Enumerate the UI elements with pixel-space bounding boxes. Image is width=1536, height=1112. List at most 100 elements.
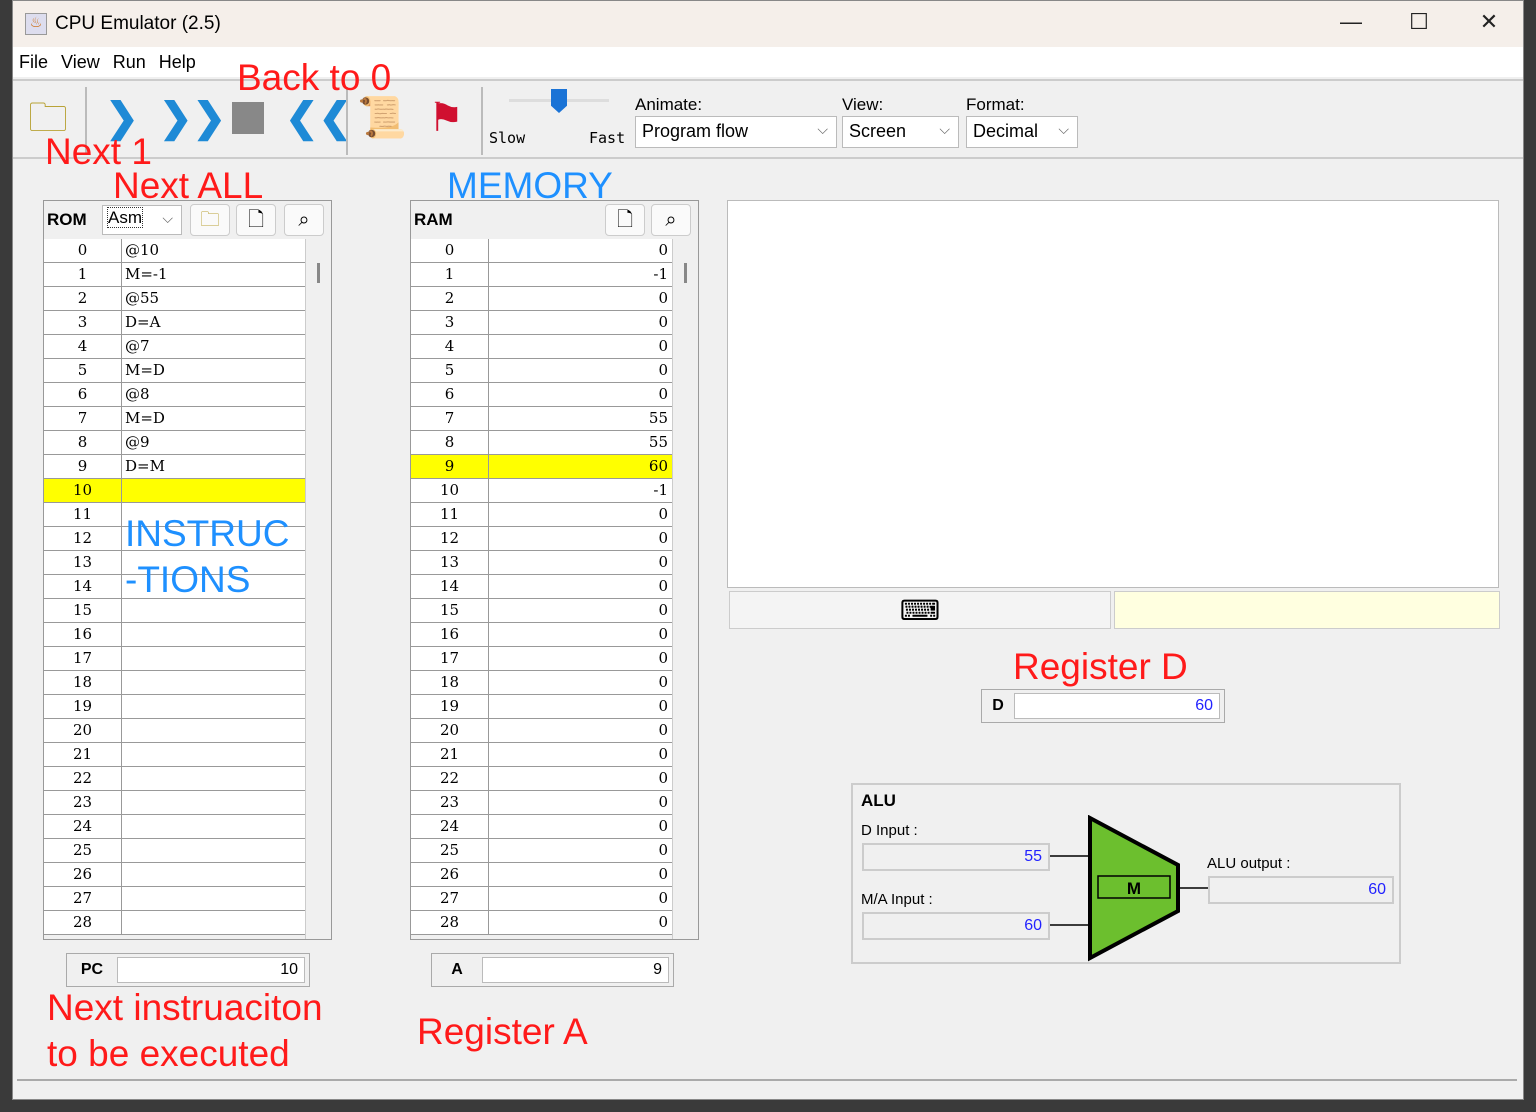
rom-value[interactable]: [122, 911, 305, 934]
ram-value[interactable]: 0: [489, 695, 672, 718]
menu-help[interactable]: Help: [159, 52, 196, 73]
ram-value[interactable]: 0: [489, 743, 672, 766]
maximize-button[interactable]: ☐: [1399, 9, 1439, 35]
ram-row[interactable]: 24 0: [411, 815, 672, 839]
rom-row[interactable]: 9 D=M: [44, 455, 305, 479]
rom-row[interactable]: 3 D=A: [44, 311, 305, 335]
rom-row[interactable]: 22: [44, 767, 305, 791]
ram-value[interactable]: 0: [489, 671, 672, 694]
rom-value[interactable]: [122, 695, 305, 718]
ram-row[interactable]: 17 0: [411, 647, 672, 671]
ram-row[interactable]: 00: [411, 239, 672, 263]
animate-select[interactable]: Program flow ⌵: [635, 116, 837, 148]
ram-value[interactable]: 0: [489, 815, 672, 838]
ram-row[interactable]: 14 0: [411, 575, 672, 599]
rom-row[interactable]: 2 @55: [44, 287, 305, 311]
ram-value[interactable]: -1: [489, 479, 672, 502]
ram-row[interactable]: 18 0: [411, 671, 672, 695]
rom-value[interactable]: @9: [122, 431, 305, 454]
ram-row[interactable]: 30: [411, 311, 672, 335]
a-field[interactable]: 9: [482, 957, 669, 983]
rom-row[interactable]: 20: [44, 719, 305, 743]
rom-value[interactable]: @10: [122, 239, 305, 262]
ram-row[interactable]: 19 0: [411, 695, 672, 719]
menu-run[interactable]: Run: [113, 52, 146, 73]
rom-row[interactable]: 6 @8: [44, 383, 305, 407]
rom-value[interactable]: [122, 815, 305, 838]
ram-row[interactable]: 26 0: [411, 863, 672, 887]
rom-value[interactable]: [122, 863, 305, 886]
rom-row[interactable]: 24: [44, 815, 305, 839]
ram-value[interactable]: 0: [489, 839, 672, 862]
stop-icon[interactable]: [223, 93, 273, 143]
ram-row[interactable]: 23 0: [411, 791, 672, 815]
rom-row[interactable]: 23: [44, 791, 305, 815]
rom-value[interactable]: @8: [122, 383, 305, 406]
rom-row[interactable]: 28: [44, 911, 305, 935]
binoculars-icon[interactable]: ⌕: [284, 204, 324, 236]
ram-value[interactable]: 0: [489, 335, 672, 358]
rom-row[interactable]: 7 M=D: [44, 407, 305, 431]
ram-value[interactable]: 0: [489, 551, 672, 574]
ram-row[interactable]: 8 55: [411, 431, 672, 455]
rom-value[interactable]: [122, 479, 305, 502]
speed-slider[interactable]: [509, 89, 609, 125]
rom-value[interactable]: [122, 719, 305, 742]
format-select[interactable]: Decimal ⌵: [966, 116, 1078, 148]
ram-row[interactable]: 9 60: [411, 455, 672, 479]
ram-value[interactable]: 0: [489, 719, 672, 742]
rom-value[interactable]: D=M: [122, 455, 305, 478]
ram-row[interactable]: 12 0: [411, 527, 672, 551]
rom-value[interactable]: M=D: [122, 359, 305, 382]
ram-value[interactable]: 0: [489, 791, 672, 814]
ram-value[interactable]: 0: [489, 575, 672, 598]
ram-row[interactable]: 10 -1: [411, 479, 672, 503]
ram-row[interactable]: 27 0: [411, 887, 672, 911]
ram-row[interactable]: 20 0: [411, 719, 672, 743]
ram-row[interactable]: 22 0: [411, 767, 672, 791]
rom-row[interactable]: 4 @7: [44, 335, 305, 359]
rom-row[interactable]: 8 @9: [44, 431, 305, 455]
rom-row[interactable]: 26: [44, 863, 305, 887]
rom-value[interactable]: [122, 647, 305, 670]
pc-field[interactable]: 10: [117, 957, 305, 983]
rom-row[interactable]: 5 M=D: [44, 359, 305, 383]
ram-value[interactable]: 0: [489, 503, 672, 526]
ram-value[interactable]: 0: [489, 287, 672, 310]
ram-row[interactable]: 28 0: [411, 911, 672, 935]
ram-value[interactable]: 0: [489, 887, 672, 910]
menu-view[interactable]: View: [61, 52, 100, 73]
rom-row[interactable]: 10: [44, 479, 305, 503]
ram-row[interactable]: 40: [411, 335, 672, 359]
ram-row[interactable]: 20: [411, 287, 672, 311]
keyboard-input-field[interactable]: [1114, 591, 1500, 629]
rom-row[interactable]: 27: [44, 887, 305, 911]
new-file-icon[interactable]: 🗋: [605, 204, 645, 236]
close-button[interactable]: ✕: [1469, 9, 1509, 35]
binoculars-icon[interactable]: ⌕: [651, 204, 691, 236]
ram-row[interactable]: 16 0: [411, 623, 672, 647]
rom-value[interactable]: [122, 887, 305, 910]
ram-value[interactable]: 55: [489, 407, 672, 430]
ram-value[interactable]: 0: [489, 647, 672, 670]
ram-value[interactable]: 0: [489, 359, 672, 382]
rom-value[interactable]: [122, 671, 305, 694]
ram-value[interactable]: 0: [489, 767, 672, 790]
rom-value[interactable]: M=D: [122, 407, 305, 430]
rom-scrollbar[interactable]: [305, 239, 331, 939]
script-icon[interactable]: 📜: [357, 93, 407, 143]
load-rom-button[interactable]: 🗀: [190, 204, 230, 236]
rom-value[interactable]: [122, 767, 305, 790]
rom-row[interactable]: 1 M=-1: [44, 263, 305, 287]
speed-slider-thumb[interactable]: [551, 89, 567, 113]
rom-value[interactable]: [122, 623, 305, 646]
rom-value[interactable]: M=-1: [122, 263, 305, 286]
rom-value[interactable]: @7: [122, 335, 305, 358]
reset-icon[interactable]: ❮❮: [285, 93, 352, 143]
minimize-button[interactable]: —: [1331, 9, 1371, 35]
ram-row[interactable]: 11 0: [411, 503, 672, 527]
rom-value[interactable]: [122, 599, 305, 622]
ram-value[interactable]: 0: [489, 527, 672, 550]
ram-value[interactable]: 0: [489, 239, 672, 262]
ram-value[interactable]: 55: [489, 431, 672, 454]
